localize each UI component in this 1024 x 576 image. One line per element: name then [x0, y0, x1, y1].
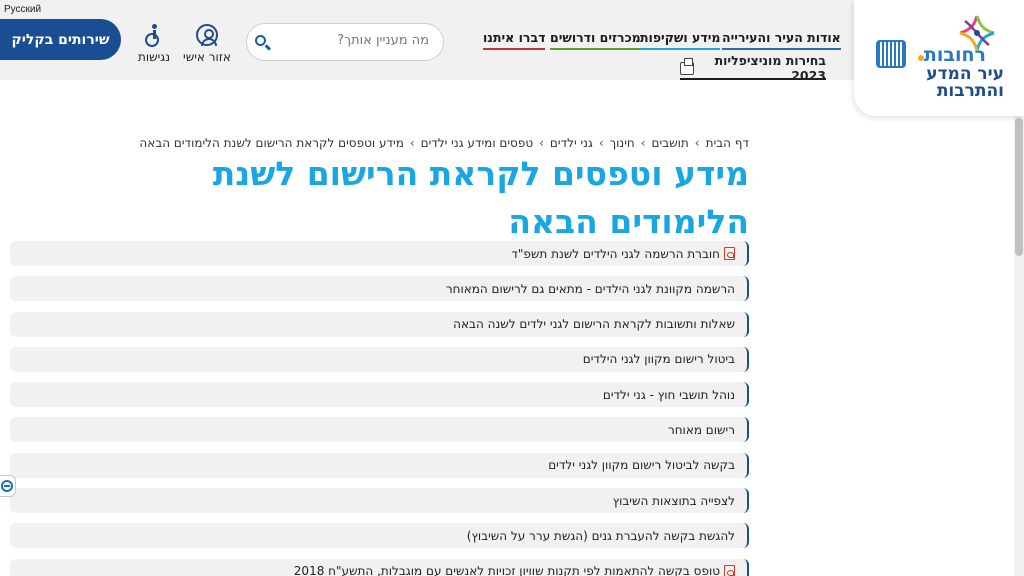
- accessibility-widget-icon[interactable]: [0, 475, 16, 497]
- accessibility-label: נגישות: [137, 50, 171, 64]
- breadcrumb-kindergartens[interactable]: גני ילדים: [550, 136, 593, 150]
- breadcrumb-education[interactable]: חינוך: [610, 136, 635, 150]
- breadcrumb: דף הבית › תושבים › חינוך › גני ילדים › טפסים…: [139, 136, 749, 150]
- list-item[interactable]: נוהל תושבי חוץ - גני ילדים: [10, 382, 749, 408]
- nav-elections-2023[interactable]: בחירות מוניציפליות 2023: [680, 53, 826, 83]
- breadcrumb-home[interactable]: דף הבית: [706, 136, 749, 150]
- services-button[interactable]: שירותים בקליק: [0, 19, 121, 60]
- scrollbar-thumb[interactable]: [1015, 118, 1023, 256]
- personal-area-button[interactable]: אזור אישי: [182, 24, 232, 64]
- list-item[interactable]: טופס בקשה להתאמות לפי תקנות שוויון זכויו…: [10, 558, 749, 576]
- personal-area-label: אזור אישי: [183, 50, 231, 64]
- list-item[interactable]: ביטול רישום מקוון לגני הילדים: [10, 346, 749, 372]
- breadcrumb-forms-info[interactable]: טפסים ומידע גני ילדים: [421, 136, 533, 150]
- page-title: מידע וטפסים לקראת הרישום לשנת הלימודים ה…: [212, 154, 749, 241]
- nav-about-city[interactable]: אודות העיר והעירייה: [722, 30, 841, 50]
- search-icon[interactable]: [253, 33, 273, 53]
- list-item[interactable]: בקשה לביטול רישום מקוון לגני ילדים: [10, 452, 749, 478]
- logo-city-name: רחובות: [916, 44, 986, 66]
- search-input[interactable]: [279, 33, 429, 48]
- logo[interactable]: רחובות עיר המדע והתרבות: [854, 0, 1024, 116]
- breadcrumb-current: מידע וטפסים לקראת הרישום לשנת הלימודים ה…: [139, 136, 404, 150]
- links-list: חוברת הרשמה לגני הילדים לשנת תשפ"ד הרשמה…: [10, 241, 749, 576]
- language-link-russian[interactable]: Русский: [4, 4, 41, 15]
- list-item[interactable]: לצפייה בתוצאות השיבוץ: [10, 488, 749, 514]
- city-seal-icon: [876, 40, 906, 68]
- pdf-icon: [724, 564, 735, 576]
- breadcrumb-residents[interactable]: תושבים: [652, 136, 689, 150]
- list-item[interactable]: רישום מאוחר: [10, 417, 749, 443]
- nav-tenders-jobs[interactable]: מכרזים ודרושים: [550, 30, 641, 50]
- elections-label: בחירות מוניציפליות 2023: [714, 53, 826, 83]
- list-item[interactable]: חוברת הרשמה לגני הילדים לשנת תשפ"ד: [10, 241, 749, 266]
- nav-contact-us[interactable]: דברו איתנו: [483, 30, 546, 50]
- accessibility-button[interactable]: נגישות: [134, 24, 174, 64]
- ballot-box-icon: [680, 57, 694, 75]
- list-item[interactable]: הרשמה מקוונת לגני הילדים - מתאים גם לריש…: [10, 276, 749, 302]
- nav-info-transparency[interactable]: מידע ושקיפות: [640, 30, 721, 50]
- user-icon: [196, 24, 218, 46]
- pdf-icon: [724, 247, 735, 260]
- logo-tagline: עיר המדע והתרבות: [926, 64, 1004, 101]
- wheelchair-icon: [143, 24, 165, 48]
- search-box: [246, 23, 444, 61]
- list-item[interactable]: שאלות ותשובות לקראת הרישום לגני ילדים לש…: [10, 311, 749, 337]
- list-item[interactable]: להגשת בקשה להעברת גנים (הגשת ערר על השיב…: [10, 523, 749, 549]
